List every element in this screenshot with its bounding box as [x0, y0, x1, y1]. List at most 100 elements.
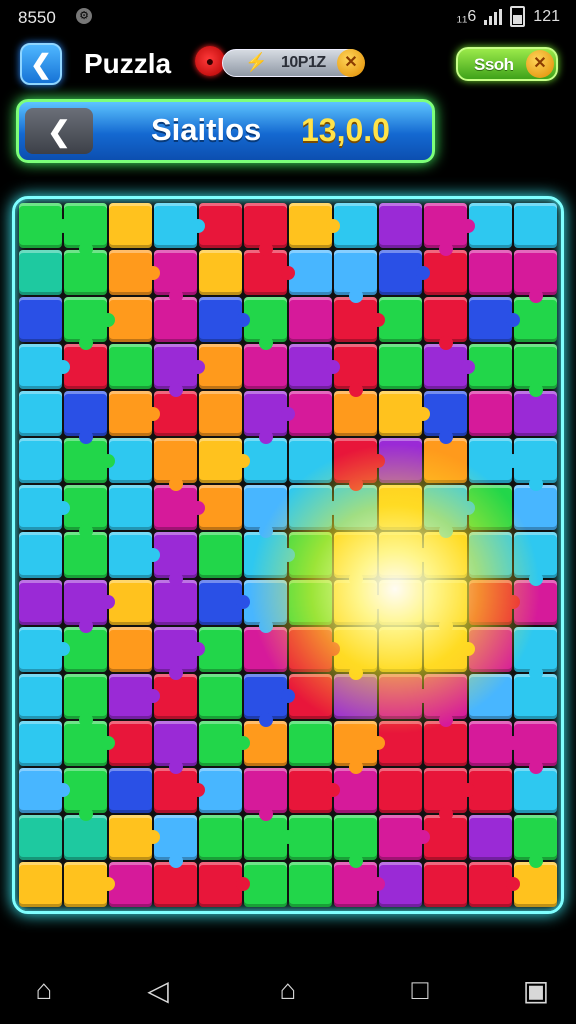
- puzzle-piece[interactable]: [109, 673, 160, 719]
- puzzle-piece[interactable]: [109, 626, 152, 672]
- puzzle-piece[interactable]: [199, 485, 242, 531]
- puzzle-piece[interactable]: [469, 767, 512, 813]
- puzzle-piece[interactable]: [109, 814, 160, 860]
- puzzle-piece[interactable]: [514, 532, 557, 586]
- puzzle-piece[interactable]: [514, 485, 557, 531]
- puzzle-piece[interactable]: [154, 297, 197, 343]
- puzzle-piece[interactable]: [199, 297, 250, 343]
- puzzle-piece[interactable]: [289, 485, 340, 531]
- puzzle-piece[interactable]: [19, 814, 62, 860]
- puzzle-piece[interactable]: [289, 532, 332, 578]
- puzzle-piece[interactable]: [244, 579, 287, 633]
- puzzle-piece[interactable]: [64, 297, 115, 351]
- puzzle-piece[interactable]: [154, 720, 197, 774]
- puzzle-piece[interactable]: [64, 720, 115, 766]
- puzzle-piece[interactable]: [154, 344, 205, 398]
- puzzle-piece[interactable]: [19, 203, 70, 249]
- puzzle-piece[interactable]: [109, 485, 152, 531]
- puzzle-piece[interactable]: [514, 203, 557, 249]
- puzzle-piece[interactable]: [19, 297, 62, 343]
- puzzle-piece[interactable]: [199, 438, 250, 484]
- puzzle-piece[interactable]: [379, 767, 422, 813]
- puzzle-piece[interactable]: [19, 438, 62, 484]
- puzzle-grid[interactable]: [19, 203, 557, 907]
- puzzle-piece[interactable]: [64, 767, 107, 821]
- puzzle-piece[interactable]: [64, 814, 107, 860]
- puzzle-piece[interactable]: [334, 767, 377, 813]
- nav-home2-button[interactable]: ⌂: [268, 970, 308, 1010]
- puzzle-piece[interactable]: [289, 861, 332, 907]
- puzzle-piece[interactable]: [424, 814, 467, 860]
- puzzle-piece[interactable]: [469, 861, 520, 907]
- puzzle-piece[interactable]: [19, 485, 70, 531]
- puzzle-piece[interactable]: [154, 579, 197, 625]
- puzzle-piece[interactable]: [154, 485, 205, 531]
- puzzle-piece[interactable]: [199, 344, 242, 390]
- puzzle-piece[interactable]: [469, 673, 512, 719]
- puzzle-piece[interactable]: [64, 438, 115, 484]
- puzzle-piece[interactable]: [334, 485, 377, 531]
- puzzle-piece[interactable]: [244, 203, 287, 257]
- puzzle-piece[interactable]: [289, 250, 332, 296]
- puzzle-piece[interactable]: [379, 579, 422, 625]
- puzzle-piece[interactable]: [154, 861, 197, 907]
- puzzle-piece[interactable]: [514, 344, 557, 398]
- puzzle-piece[interactable]: [64, 344, 107, 390]
- puzzle-piece[interactable]: [334, 344, 377, 398]
- puzzle-piece[interactable]: [469, 485, 512, 531]
- puzzle-piece[interactable]: [289, 438, 332, 484]
- puzzle-piece[interactable]: [199, 767, 242, 813]
- puzzle-piece[interactable]: [469, 250, 512, 296]
- puzzle-piece[interactable]: [334, 579, 385, 625]
- puzzle-piece[interactable]: [199, 579, 250, 625]
- back-button[interactable]: ❮: [20, 43, 62, 85]
- puzzle-piece[interactable]: [424, 532, 467, 578]
- puzzle-piece[interactable]: [334, 720, 385, 774]
- puzzle-piece[interactable]: [64, 579, 115, 633]
- puzzle-piece[interactable]: [244, 767, 287, 821]
- puzzle-piece[interactable]: [154, 814, 197, 868]
- puzzle-piece[interactable]: [199, 861, 250, 907]
- puzzle-piece[interactable]: [334, 391, 377, 437]
- puzzle-piece[interactable]: [379, 673, 430, 719]
- puzzle-piece[interactable]: [514, 673, 557, 719]
- banner-back-button[interactable]: ❮: [25, 108, 93, 154]
- puzzle-piece[interactable]: [334, 203, 377, 249]
- nav-recent-button[interactable]: □: [400, 970, 440, 1010]
- puzzle-piece[interactable]: [109, 767, 152, 813]
- puzzle-piece[interactable]: [64, 532, 107, 578]
- puzzle-piece[interactable]: [244, 344, 287, 390]
- puzzle-piece[interactable]: [154, 438, 197, 492]
- puzzle-piece[interactable]: [109, 203, 152, 249]
- puzzle-piece[interactable]: [514, 861, 557, 907]
- puzzle-piece[interactable]: [514, 391, 557, 437]
- puzzle-piece[interactable]: [379, 391, 430, 437]
- puzzle-piece[interactable]: [244, 532, 295, 578]
- puzzle-piece[interactable]: [289, 767, 340, 813]
- puzzle-piece[interactable]: [514, 297, 557, 343]
- puzzle-piece[interactable]: [109, 720, 152, 766]
- puzzle-piece[interactable]: [424, 250, 467, 296]
- nav-back-button[interactable]: ◁: [138, 970, 178, 1010]
- puzzle-piece[interactable]: [424, 861, 467, 907]
- puzzle-piece[interactable]: [424, 297, 467, 351]
- puzzle-piece[interactable]: [19, 861, 62, 907]
- puzzle-piece[interactable]: [19, 579, 62, 625]
- puzzle-piece[interactable]: [334, 532, 377, 586]
- puzzle-piece[interactable]: [379, 814, 430, 860]
- puzzle-piece[interactable]: [289, 814, 332, 860]
- shop-button[interactable]: Ssoh ✕: [456, 47, 558, 81]
- puzzle-piece[interactable]: [199, 532, 242, 578]
- puzzle-piece[interactable]: [379, 203, 422, 249]
- puzzle-board[interactable]: [12, 196, 564, 914]
- puzzle-piece[interactable]: [199, 203, 242, 249]
- puzzle-piece[interactable]: [109, 861, 152, 907]
- puzzle-piece[interactable]: [469, 391, 512, 437]
- puzzle-piece[interactable]: [424, 626, 475, 672]
- puzzle-piece[interactable]: [379, 438, 422, 484]
- puzzle-piece[interactable]: [379, 485, 422, 531]
- puzzle-piece[interactable]: [424, 391, 467, 445]
- puzzle-piece[interactable]: [109, 438, 152, 484]
- puzzle-piece[interactable]: [514, 579, 557, 625]
- puzzle-piece[interactable]: [334, 297, 385, 343]
